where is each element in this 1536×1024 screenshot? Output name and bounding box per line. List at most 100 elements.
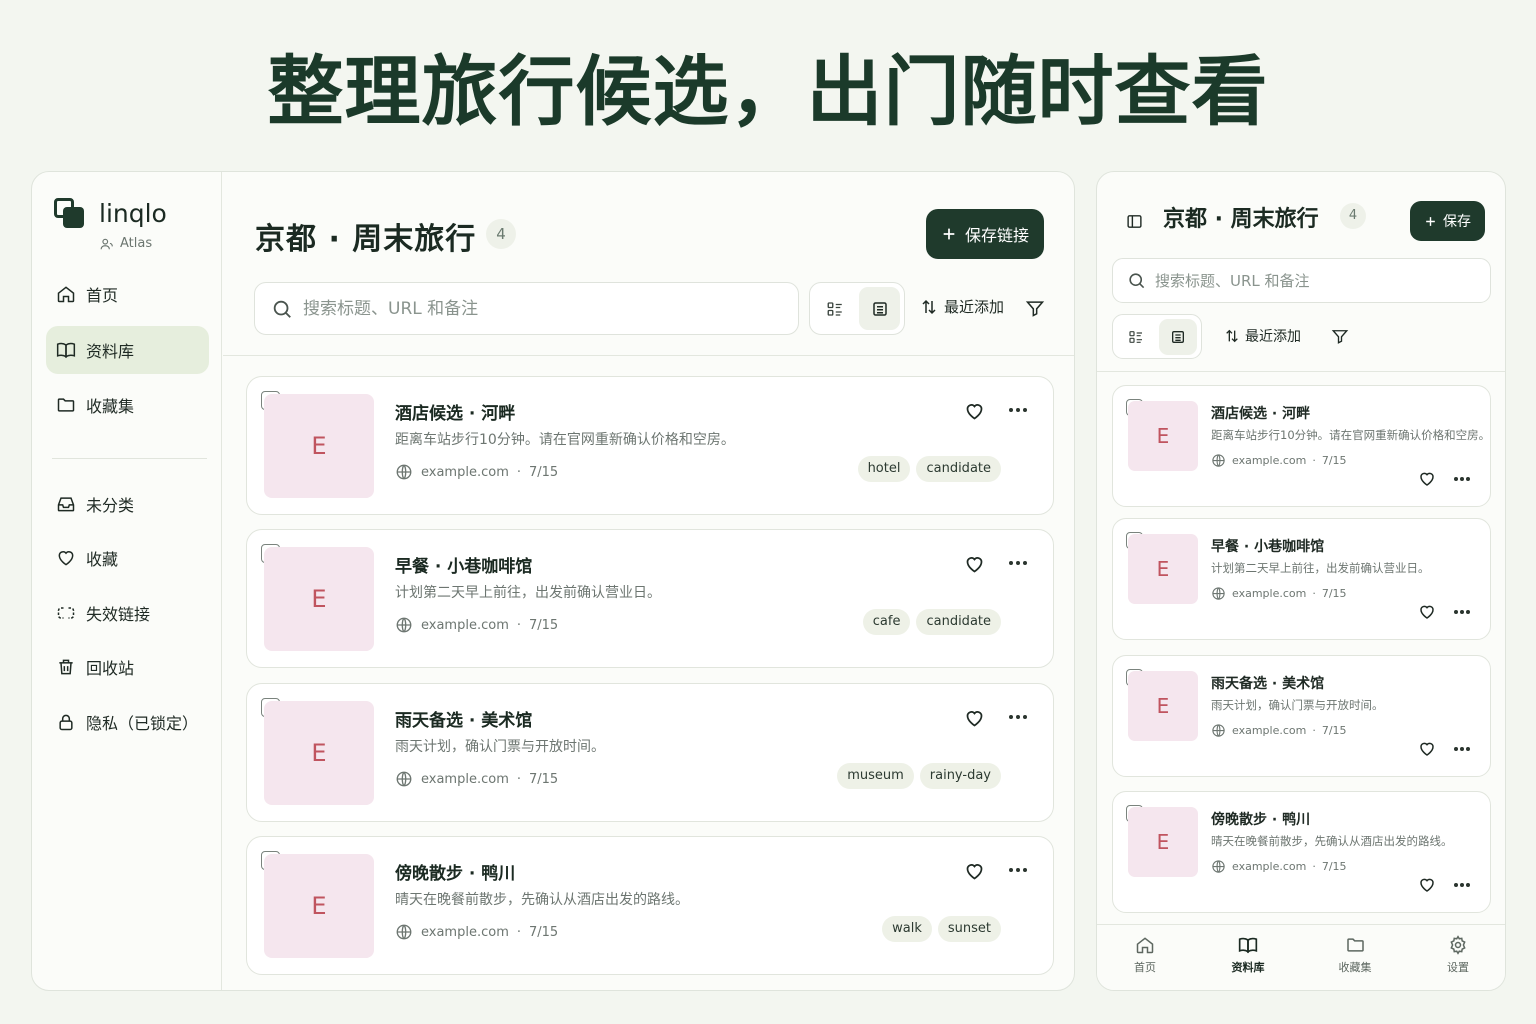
more-options-button[interactable]	[1009, 561, 1027, 565]
link-card[interactable]: E 傍晚散步 · 鸭川 晴天在晚餐前散步，先确认从酒店出发的路线。 exampl…	[246, 836, 1054, 975]
search-icon	[1129, 273, 1145, 289]
favorite-button[interactable]	[1418, 740, 1436, 762]
link-title[interactable]: 雨天备选 · 美术馆	[1211, 673, 1324, 693]
link-meta: example.com · 7/15	[395, 923, 558, 941]
link-date: 7/15	[529, 771, 559, 787]
main-content: 京都 · 周末旅行 4 保存链接 最近添加 E 酒	[223, 172, 1074, 990]
sort-dropdown[interactable]: 最近添加	[920, 296, 1004, 317]
page-title: 京都 · 周末旅行	[255, 222, 477, 257]
tag-list: hotel candidate	[857, 456, 1001, 482]
link-card[interactable]: E 雨天备选 · 美术馆 雨天计划，确认门票与开放时间。 example.com…	[246, 683, 1054, 822]
favorite-button[interactable]	[1418, 876, 1436, 898]
account-name: Atlas	[120, 236, 153, 251]
link-card[interactable]: E 傍晚散步 · 鸭川 晴天在晚餐前散步，先确认从酒店出发的路线。 exampl…	[1112, 791, 1491, 913]
link-title[interactable]: 雨天备选 · 美术馆	[395, 706, 532, 731]
link-title[interactable]: 酒店候选 · 河畔	[1211, 403, 1310, 423]
globe-icon	[396, 771, 412, 787]
heart-icon	[1420, 605, 1434, 619]
link-meta: example.com · 7/15	[395, 770, 558, 788]
tag-chip[interactable]: walk	[882, 916, 932, 942]
link-title[interactable]: 酒店候选 · 河畔	[395, 399, 515, 424]
sidebar-item-uncategorized[interactable]: 未分类	[46, 480, 209, 528]
meta-separator: ·	[1312, 724, 1316, 737]
link-thumbnail: E	[1128, 807, 1198, 877]
more-options-button[interactable]	[1009, 868, 1027, 872]
sidebar-item-private[interactable]: 隐私（已锁定）	[46, 698, 209, 746]
filter-icon	[1025, 301, 1045, 317]
link-card[interactable]: E 酒店候选 · 河畔 距离车站步行10分钟。请在官网重新确认价格和空房。 ex…	[246, 376, 1054, 515]
tag-chip[interactable]: cafe	[862, 609, 911, 635]
favorite-button[interactable]	[1418, 470, 1436, 492]
filter-button[interactable]	[1025, 298, 1045, 322]
link-card[interactable]: E 早餐 · 小巷咖啡馆 计划第二天早上前往，出发前确认营业日。 example…	[1112, 518, 1491, 640]
favorite-button[interactable]	[964, 708, 985, 733]
tag-chip[interactable]: sunset	[937, 916, 1001, 942]
more-options-button[interactable]	[1454, 883, 1470, 887]
link-meta: example.com · 7/15	[1211, 723, 1347, 738]
link-title[interactable]: 早餐 · 小巷咖啡馆	[1211, 536, 1324, 556]
bottom-nav-collections[interactable]: 收藏集	[1315, 935, 1395, 975]
tag-chip[interactable]: candidate	[916, 456, 1001, 482]
bottom-nav-library[interactable]: 资料库	[1208, 935, 1288, 975]
tag-chip[interactable]: museum	[837, 763, 914, 789]
save-link-button[interactable]: 保存链接	[926, 209, 1044, 259]
link-domain: example.com	[421, 464, 509, 480]
link-card[interactable]: E 早餐 · 小巷咖啡馆 计划第二天早上前往，出发前确认营业日。 example…	[246, 529, 1054, 668]
sidebar-item-label: 回收站	[86, 659, 135, 678]
meta-separator: ·	[516, 924, 521, 940]
sidebar-item-library[interactable]: 资料库	[46, 326, 209, 374]
tag-chip[interactable]: candidate	[916, 609, 1001, 635]
favorite-button[interactable]	[964, 554, 985, 579]
link-title[interactable]: 早餐 · 小巷咖啡馆	[395, 552, 532, 577]
save-label: 保存	[1443, 213, 1471, 229]
sort-label: 最近添加	[1245, 329, 1301, 345]
card-view-icon	[872, 301, 887, 316]
account-switcher[interactable]: Atlas	[100, 236, 152, 251]
globe-icon	[396, 617, 412, 633]
link-thumbnail: E	[1128, 671, 1198, 741]
sidebar-item-broken-links[interactable]: 失效链接	[46, 589, 209, 637]
sidebar-item-trash[interactable]: 回收站	[46, 643, 209, 691]
search-input[interactable]	[1155, 271, 1475, 290]
list-view-button[interactable]	[1117, 319, 1156, 355]
sidebar-item-favorites[interactable]: 收藏	[46, 534, 209, 582]
link-card[interactable]: E 雨天备选 · 美术馆 雨天计划，确认门票与开放时间。 example.com…	[1112, 655, 1491, 777]
link-date: 7/15	[529, 617, 559, 633]
bottom-nav-settings[interactable]: 设置	[1418, 935, 1498, 975]
page-title: 京都 · 周末旅行	[1163, 207, 1319, 232]
link-date: 7/15	[529, 924, 559, 940]
card-view-button[interactable]	[859, 287, 900, 330]
sidebar-item-collections[interactable]: 收藏集	[46, 381, 209, 429]
more-options-button[interactable]	[1454, 610, 1470, 614]
more-options-button[interactable]	[1454, 477, 1470, 481]
search-input[interactable]	[303, 298, 763, 319]
heart-icon	[1420, 472, 1434, 486]
favorite-button[interactable]	[1418, 603, 1436, 625]
sidebar-toggle-button[interactable]	[1126, 213, 1143, 234]
link-title[interactable]: 傍晚散步 · 鸭川	[1211, 809, 1310, 829]
save-button[interactable]: 保存	[1410, 201, 1485, 241]
link-note: 距离车站步行10分钟。请在官网重新确认价格和空房。	[1211, 428, 1491, 442]
favorite-button[interactable]	[964, 861, 985, 886]
link-card[interactable]: E 酒店候选 · 河畔 距离车站步行10分钟。请在官网重新确认价格和空房。 ex…	[1112, 385, 1491, 507]
sidebar-item-home[interactable]: 首页	[46, 270, 209, 318]
card-view-button[interactable]	[1158, 318, 1197, 355]
filter-button[interactable]	[1331, 327, 1349, 349]
sort-dropdown[interactable]: 最近添加	[1224, 326, 1301, 346]
heart-icon	[966, 404, 983, 420]
tag-chip[interactable]: rainy-day	[919, 763, 1001, 789]
sidebar-item-label: 失效链接	[86, 605, 151, 624]
tag-chip[interactable]: hotel	[857, 456, 911, 482]
sort-icon	[922, 299, 936, 314]
more-options-button[interactable]	[1009, 715, 1027, 719]
meta-separator: ·	[516, 617, 521, 633]
link-thumbnail: E	[264, 394, 374, 498]
sidebar-divider	[52, 458, 207, 459]
link-title[interactable]: 傍晚散步 · 鸭川	[395, 859, 515, 884]
more-options-button[interactable]	[1454, 747, 1470, 751]
favorite-button[interactable]	[964, 401, 985, 426]
bottom-nav-home[interactable]: 首页	[1105, 935, 1185, 975]
more-options-button[interactable]	[1009, 408, 1027, 412]
list-view-button[interactable]	[814, 287, 855, 330]
folder-icon	[1346, 938, 1364, 952]
